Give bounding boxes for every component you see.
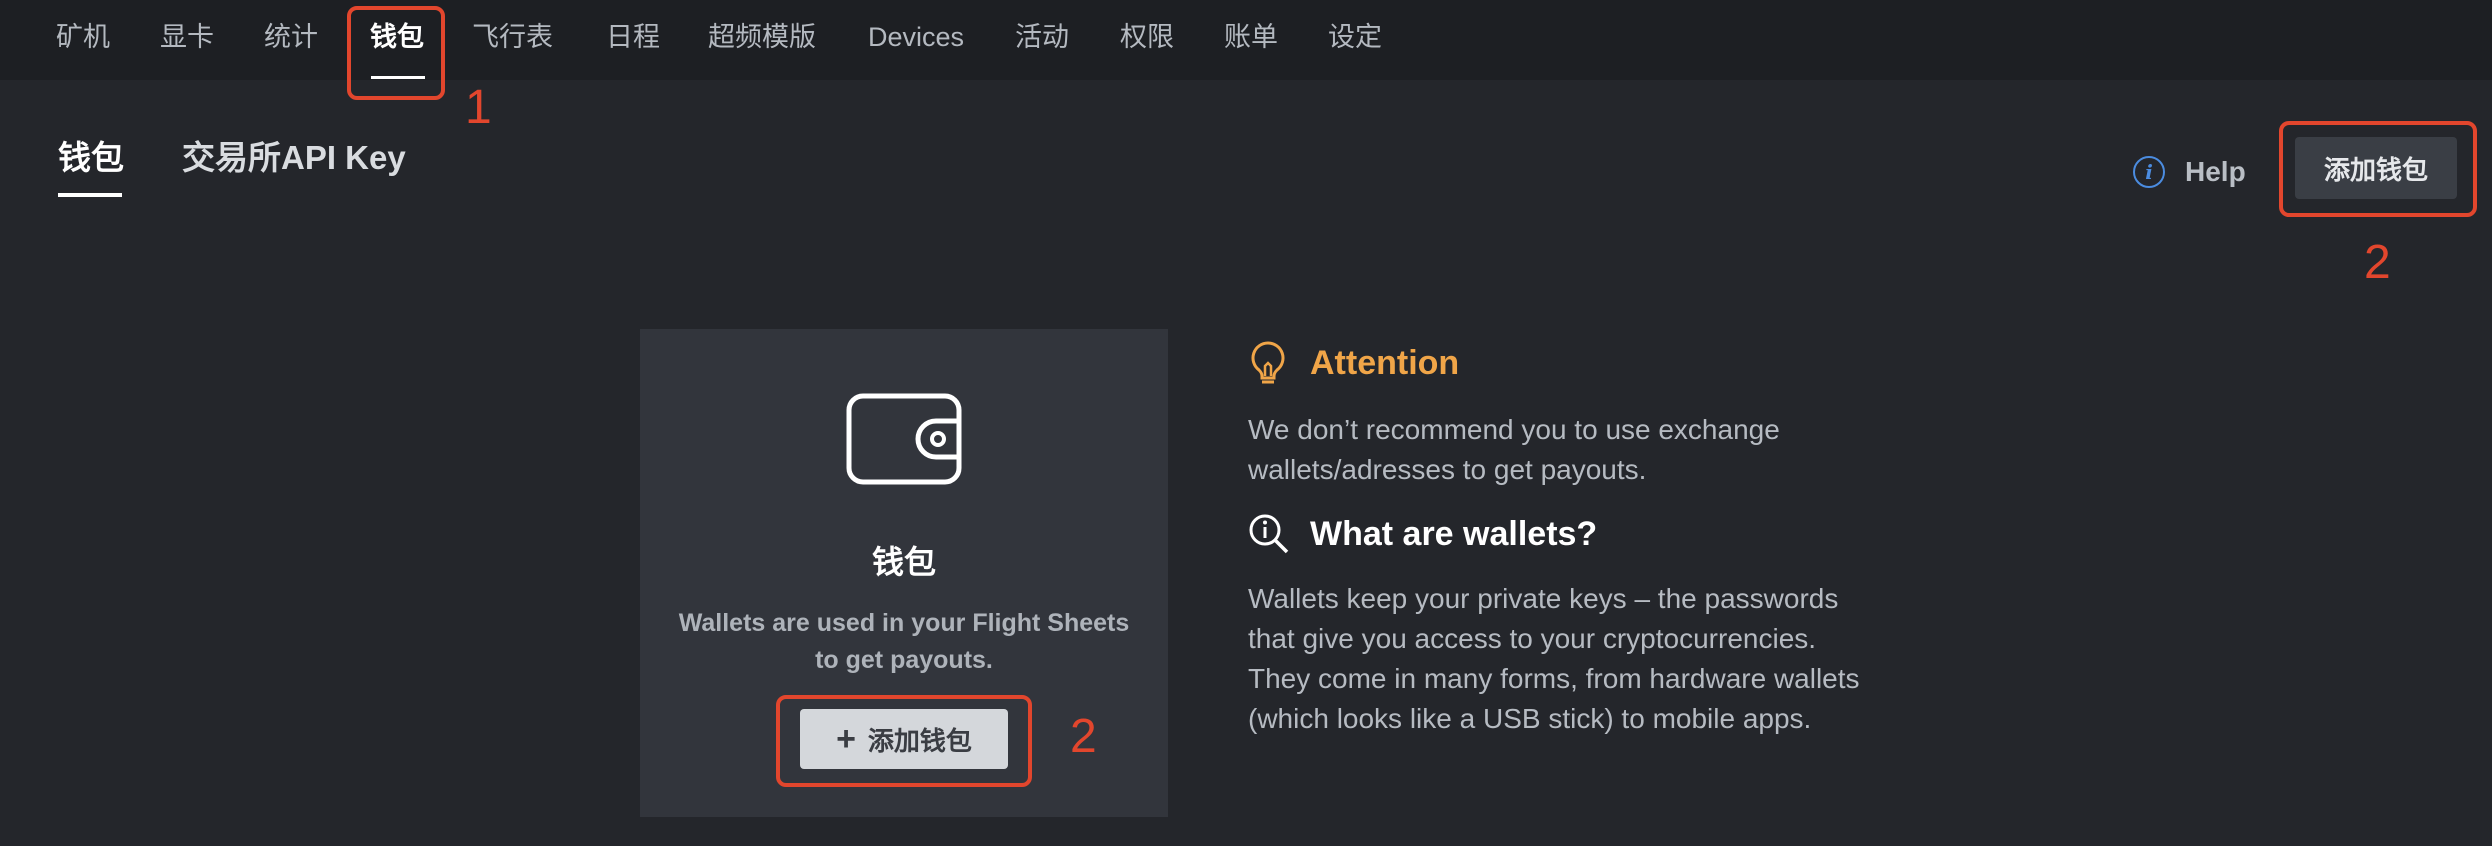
search-info-icon bbox=[1249, 514, 1289, 554]
card-description: Wallets are used in your Flight Sheets t… bbox=[678, 609, 1130, 674]
nav-item-stats[interactable]: 统计 bbox=[264, 18, 318, 56]
nav-item-settings[interactable]: 设定 bbox=[1328, 18, 1382, 56]
annotation-number-2-card: 2 bbox=[1070, 710, 1097, 763]
what-are-wallets-title: What are wallets? bbox=[1310, 514, 1598, 553]
attention-text: We don’t recommend you to use exchange w… bbox=[1248, 414, 1780, 485]
nav-item-gpus[interactable]: 显卡 bbox=[160, 18, 214, 56]
info-icon: i bbox=[2133, 156, 2165, 188]
annotation-box-2-header bbox=[2279, 121, 2477, 217]
nav-item-miners[interactable]: 矿机 bbox=[56, 18, 110, 56]
annotation-number-1: 1 bbox=[465, 81, 492, 134]
attention-title: Attention bbox=[1310, 343, 1460, 382]
what-are-wallets-text: Wallets keep your private keys – the pas… bbox=[1248, 583, 1860, 734]
what-are-wallets-heading: What are wallets? bbox=[1248, 513, 1597, 555]
annotation-number-2-header: 2 bbox=[2364, 236, 2391, 289]
card-title: 钱包 bbox=[871, 544, 936, 580]
annotation-box-2-card bbox=[776, 695, 1032, 787]
nav-item-devices[interactable]: Devices bbox=[868, 18, 964, 56]
annotation-box-1 bbox=[347, 6, 445, 100]
lightbulb-icon bbox=[1251, 341, 1285, 384]
help-label: Help bbox=[2185, 156, 2246, 187]
attention-heading: Attention bbox=[1248, 340, 1459, 386]
nav-item-oc-templates[interactable]: 超频模版 bbox=[708, 18, 816, 56]
nav-item-flight-sheets[interactable]: 飞行表 bbox=[472, 18, 553, 56]
tab-active-underline bbox=[58, 193, 122, 197]
nav-item-access[interactable]: 权限 bbox=[1120, 18, 1174, 56]
nav-item-schedule[interactable]: 日程 bbox=[606, 18, 660, 56]
help-link[interactable]: i Help bbox=[2133, 152, 2246, 192]
tab-wallets[interactable]: 钱包 bbox=[58, 136, 124, 180]
nav-item-billing[interactable]: 账单 bbox=[1224, 18, 1278, 56]
wallet-icon bbox=[846, 393, 962, 485]
tab-exchange-api-key[interactable]: 交易所API Key bbox=[182, 136, 406, 180]
nav-item-activity[interactable]: 活动 bbox=[1015, 18, 1069, 56]
